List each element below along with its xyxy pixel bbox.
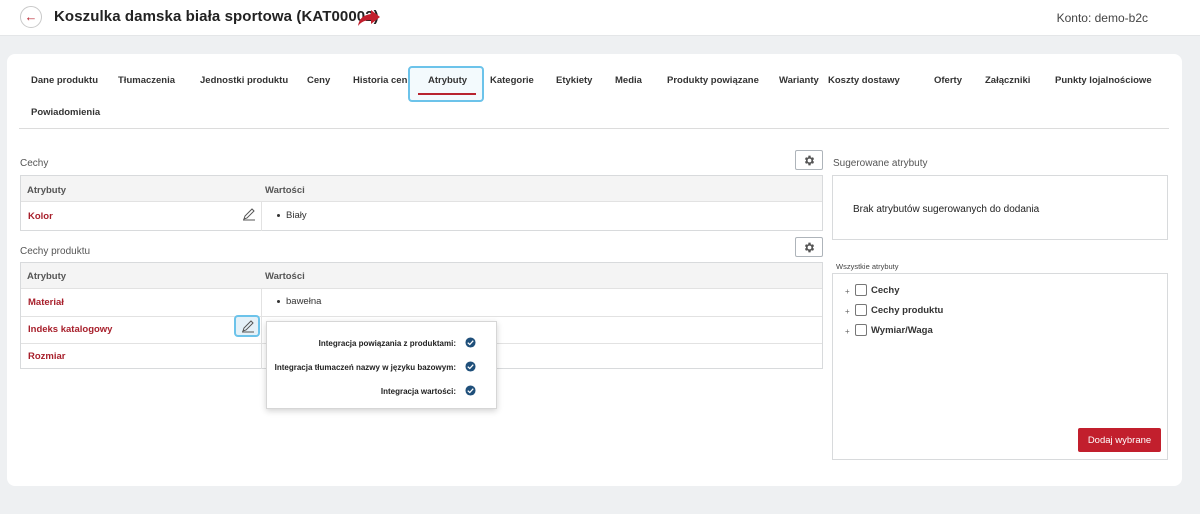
share-arrow-icon[interactable] (357, 8, 381, 28)
tree-checkbox[interactable] (855, 304, 867, 316)
tab-bar: Dane produktu Tłumaczenia Jednostki prod… (7, 54, 1182, 129)
row-divider (21, 316, 822, 317)
tab-media[interactable]: Media (615, 75, 642, 86)
bullet-icon (277, 213, 280, 217)
tabs-divider (19, 128, 1169, 129)
add-selected-button[interactable]: Dodaj wybrane (1078, 428, 1161, 452)
arrow-left-icon: ← (24, 9, 38, 24)
popup-row-label: Integracja tłumaczeń nazwy w języku bazo… (274, 363, 456, 372)
tree-item-label: Wymiar/Waga (871, 325, 933, 336)
attr-value: Biały (277, 210, 307, 221)
table-header (21, 263, 822, 289)
gear-icon (804, 155, 815, 166)
table-header (21, 176, 822, 202)
popup-row-label: Integracja wartości: (380, 387, 456, 396)
tab-zalaczniki[interactable]: Załączniki (985, 75, 1030, 86)
expand-plus-icon[interactable]: + (845, 287, 850, 296)
attr-indeks-katalogowy[interactable]: Indeks katalogowy (28, 324, 112, 335)
suggested-empty-text: Brak atrybutów sugerowanych do dodania (853, 204, 1040, 215)
tree-checkbox[interactable] (855, 284, 867, 296)
tab-etykiety[interactable]: Etykiety (556, 75, 592, 86)
column-divider (261, 289, 262, 369)
cechy-produktu-section-title: Cechy produktu (20, 246, 91, 257)
tab-powiadomienia[interactable]: Powiadomienia (31, 107, 100, 118)
expand-plus-icon[interactable]: + (845, 307, 850, 316)
all-attributes-title: Wszystkie atrybuty (836, 262, 899, 271)
attr-kolor[interactable]: Kolor (28, 211, 53, 222)
tree-item-label: Cechy (871, 285, 900, 296)
column-divider (261, 202, 262, 231)
tab-dane-produktu[interactable]: Dane produktu (31, 75, 98, 86)
check-circle-icon (465, 361, 476, 372)
tab-historia-cen[interactable]: Historia cen (353, 75, 407, 86)
tab-active-underline (418, 93, 476, 95)
tree-checkbox[interactable] (855, 324, 867, 336)
tab-warianty[interactable]: Warianty (779, 75, 819, 86)
cechy-settings-button[interactable] (795, 150, 823, 170)
tab-ceny[interactable]: Ceny (307, 75, 330, 86)
page-title: Koszulka damska biała sportowa (KAT00002… (54, 8, 379, 25)
check-circle-icon (465, 337, 476, 348)
cechy-section-title: Cechy (20, 158, 49, 169)
cechy-produktu-settings-button[interactable] (795, 237, 823, 257)
popup-row-label: Integracja powiązania z produktami: (318, 339, 456, 348)
suggested-attributes-box: Brak atrybutów sugerowanych do dodania (832, 175, 1168, 240)
check-circle-icon (465, 385, 476, 396)
suggested-section-title: Sugerowane atrybuty (833, 158, 928, 169)
column-header-attr: Atrybuty (27, 185, 67, 196)
column-header-values: Wartości (265, 185, 305, 196)
integration-popup: Integracja powiązania z produktami: Inte… (266, 321, 497, 409)
tab-atrybuty[interactable]: Atrybuty (428, 75, 467, 86)
tab-tlumaczenia[interactable]: Tłumaczenia (118, 75, 175, 86)
tab-punkty-lojalnosciowe[interactable]: Punkty lojalnościowe (1055, 75, 1152, 86)
tab-oferty[interactable]: Oferty (934, 75, 962, 86)
back-button[interactable]: ← (20, 6, 42, 28)
account-label: Konto: demo-b2c (1056, 11, 1148, 25)
edit-pencil-icon (242, 320, 254, 333)
gear-icon (804, 242, 815, 253)
edit-pencil-icon[interactable] (242, 207, 256, 221)
tab-jednostki-produktu[interactable]: Jednostki produktu (200, 75, 288, 86)
column-header-values: Wartości (265, 271, 305, 282)
tree-item-label: Cechy produktu (871, 305, 944, 316)
expand-plus-icon[interactable]: + (845, 327, 850, 336)
attr-material[interactable]: Materiał (28, 297, 64, 308)
header-bar: ← Koszulka damska biała sportowa (KAT000… (0, 0, 1200, 36)
tab-koszty-dostawy[interactable]: Koszty dostawy (828, 75, 900, 86)
attr-rozmiar[interactable]: Rozmiar (28, 351, 65, 362)
tab-kategorie[interactable]: Kategorie (490, 75, 534, 86)
edit-integration-button[interactable] (234, 315, 260, 337)
tab-produkty-powiazane[interactable]: Produkty powiązane (667, 75, 759, 86)
attr-value: bawełna (277, 296, 321, 307)
cechy-table: Atrybuty Wartości Kolor Biały (20, 175, 823, 231)
column-header-attr: Atrybuty (27, 271, 67, 282)
bullet-icon (277, 299, 280, 303)
